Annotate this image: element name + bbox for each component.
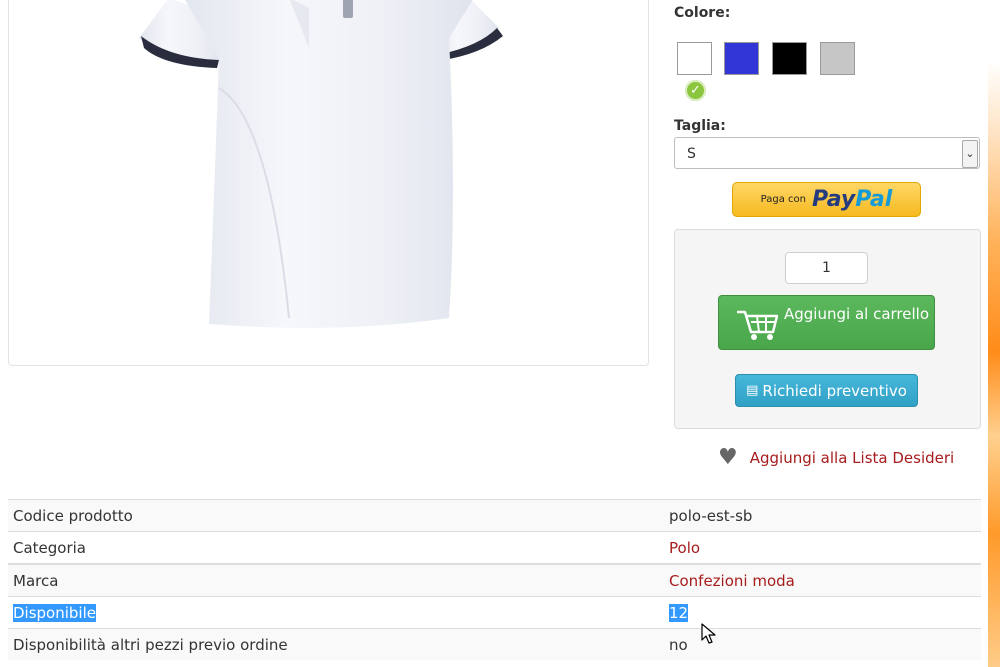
request-quote-button[interactable]: ▤ Richiedi preventivo: [735, 374, 918, 407]
color-swatch-white[interactable]: [677, 42, 712, 75]
spec-label-selected: Disponibile: [13, 603, 96, 622]
paypal-prefix: Paga con: [760, 194, 806, 205]
color-swatch-black[interactable]: [772, 42, 807, 75]
brand-link[interactable]: Confezioni moda: [669, 572, 795, 590]
wishlist-link[interactable]: ♥ Aggiungi alla Lista Desideri: [718, 445, 955, 470]
table-row: Codice prodotto polo-est-sb: [8, 499, 981, 532]
add-to-cart-label: Aggiungi al carrello: [784, 305, 929, 323]
category-link[interactable]: Polo: [669, 539, 700, 557]
request-quote-label: Richiedi preventivo: [762, 381, 907, 400]
spec-value: polo-est-sb: [664, 499, 981, 532]
paypal-logo: PayPal: [811, 187, 893, 212]
size-select-value: S: [687, 146, 696, 162]
spec-label: Disponibilità altri pezzi previo ordine: [8, 628, 664, 660]
paypal-button[interactable]: Paga con PayPal: [732, 182, 921, 217]
table-row: Disponibilità altri pezzi previo ordine …: [8, 628, 981, 660]
product-specs-table: Codice prodotto polo-est-sb Categoria Po…: [8, 499, 981, 660]
add-to-cart-button[interactable]: Aggiungi al carrello: [718, 295, 935, 350]
spec-value-selected: 12: [669, 603, 689, 622]
table-row: Categoria Polo: [8, 531, 981, 564]
color-swatch-blue[interactable]: [724, 42, 759, 75]
product-image-polo-shirt: [139, 0, 503, 328]
size-select[interactable]: S ⌄: [674, 137, 980, 169]
shopping-cart-icon: [737, 310, 779, 340]
color-label: Colore:: [674, 5, 731, 21]
mouse-pointer-icon: [701, 623, 716, 644]
chevron-down-icon[interactable]: ⌄: [962, 140, 978, 168]
color-swatch-gray[interactable]: [820, 42, 855, 75]
page-background-decoration: [988, 60, 1000, 667]
product-image-frame: [8, 0, 649, 366]
wishlist-label: Aggiungi alla Lista Desideri: [749, 449, 955, 467]
spec-label: Codice prodotto: [8, 499, 664, 532]
spec-label: Marca: [8, 563, 664, 597]
spec-label: Categoria: [8, 531, 664, 564]
selected-check-icon: ✓: [685, 80, 706, 101]
size-label: Taglia:: [674, 118, 726, 134]
table-row: Marca Confezioni moda: [8, 563, 981, 597]
quantity-input[interactable]: 1: [785, 252, 868, 284]
document-icon: ▤: [746, 383, 759, 398]
table-row: Disponibile 12: [8, 596, 981, 629]
heart-icon: ♥: [718, 445, 738, 470]
